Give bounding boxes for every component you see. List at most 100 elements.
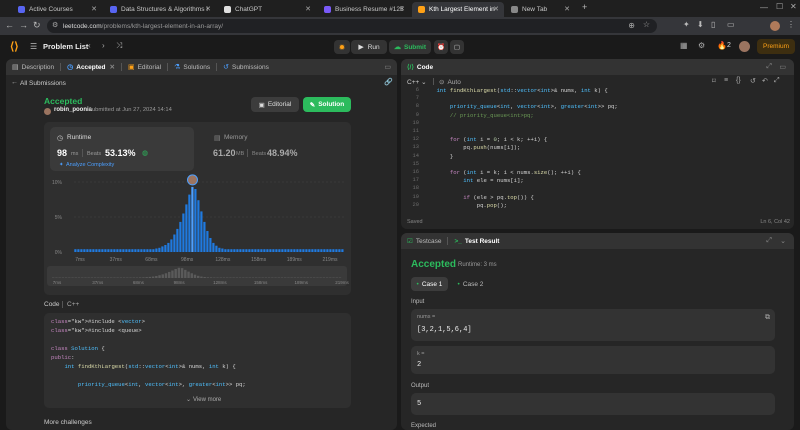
distribution-bar[interactable] [269, 249, 272, 252]
braces-icon[interactable]: {} [736, 77, 741, 84]
close-tab-icon[interactable]: ✕ [493, 5, 499, 13]
distribution-bar[interactable] [266, 249, 269, 252]
debug-button[interactable]: ✹ [334, 40, 350, 54]
distribution-bar[interactable] [80, 249, 83, 252]
distribution-bar[interactable] [83, 249, 86, 252]
distribution-bar[interactable] [131, 249, 134, 252]
distribution-bar[interactable] [170, 239, 173, 252]
solution-button[interactable]: ✎ Solution [303, 97, 351, 112]
browser-tab[interactable]: New Tab ✕ [505, 2, 575, 17]
distribution-bar[interactable] [149, 249, 152, 252]
site-info-icon[interactable]: ⚙ [52, 21, 58, 29]
submitted-code-block[interactable]: class="kw">#include <vector> class="kw">#… [44, 313, 351, 408]
runtime-distribution-chart[interactable]: 10% 5% 0% 7ms 37ms 68ms 98ms 128ms 158ms 189ms 219… [44, 174, 351, 295]
layout-icon[interactable]: ▦ [680, 41, 688, 50]
new-tab-icon[interactable]: + [582, 2, 587, 12]
share-link-icon[interactable]: 🔗 [384, 78, 393, 86]
tab-solutions[interactable]: ⚗ Solutions [168, 59, 216, 75]
extensions-icon[interactable]: ✦ [683, 20, 690, 29]
distribution-bar[interactable] [92, 249, 95, 252]
browser-tab[interactable]: Data Structures & Algorithms I ✕ [104, 2, 216, 17]
distribution-bar[interactable] [158, 247, 161, 252]
reset-icon[interactable]: ↺ [750, 77, 756, 85]
distribution-bar[interactable] [101, 249, 104, 252]
distribution-bar[interactable] [128, 249, 131, 252]
reload-icon[interactable]: ↻ [33, 20, 41, 31]
distribution-bar[interactable] [116, 249, 119, 252]
distribution-bar[interactable] [143, 249, 146, 252]
distribution-bar[interactable] [197, 200, 200, 252]
copy-icon[interactable]: ⧉ [765, 314, 770, 322]
run-button[interactable]: ▶ Run [351, 40, 387, 54]
collapse-panel-icon[interactable]: ⌄ [780, 237, 786, 245]
download-icon[interactable]: ⬇ [697, 20, 704, 29]
close-tab-icon[interactable]: ✕ [110, 63, 115, 71]
distribution-bar[interactable] [290, 249, 293, 252]
distribution-bar[interactable] [335, 249, 338, 252]
sidepanel-icon[interactable]: ▯ [711, 20, 715, 29]
premium-button[interactable]: Premium [757, 39, 795, 54]
distribution-bar[interactable] [296, 249, 299, 252]
distribution-bar[interactable] [260, 249, 263, 252]
distribution-bar[interactable] [317, 249, 320, 252]
distribution-bar[interactable] [338, 249, 341, 252]
distribution-bar[interactable] [206, 231, 209, 252]
notes-button[interactable]: ▢ [450, 40, 464, 54]
distribution-bar[interactable] [167, 242, 170, 252]
distribution-bar[interactable] [89, 249, 92, 252]
distribution-bar[interactable] [146, 249, 149, 252]
problem-list-link[interactable]: Problem List [43, 42, 88, 51]
expand-icon[interactable]: ⤢ [766, 63, 772, 71]
distribution-bar[interactable] [224, 249, 227, 252]
distribution-bar[interactable] [284, 249, 287, 252]
case-2-button[interactable]: • Case 2 [452, 277, 489, 291]
distribution-bar[interactable] [305, 249, 308, 252]
undo-icon[interactable]: ↶ [762, 77, 768, 85]
distribution-bar[interactable] [299, 249, 302, 252]
timer-button[interactable]: ⏰ [434, 40, 448, 54]
back-icon[interactable]: ← [5, 20, 14, 30]
all-submissions-link[interactable]: All Submissions [20, 80, 66, 87]
profile-avatar[interactable] [770, 21, 780, 31]
tab-editorial[interactable]: ▣ Editorial [122, 59, 167, 75]
distribution-bar[interactable] [233, 249, 236, 252]
distribution-bar[interactable] [125, 249, 128, 252]
user-avatar[interactable] [739, 41, 750, 52]
tab-testcase[interactable]: ☑ Testcase [401, 233, 447, 249]
auto-mode[interactable]: ⊝ Auto [439, 78, 461, 86]
collapse-panel-icon[interactable]: ▭ [384, 63, 391, 71]
distribution-bar[interactable] [329, 249, 332, 252]
distribution-bar[interactable] [257, 249, 260, 252]
tab-description[interactable]: ▤ Description [6, 59, 60, 75]
distribution-bar[interactable] [161, 246, 164, 252]
distribution-bar[interactable] [212, 242, 215, 252]
distribution-bar[interactable] [209, 238, 212, 252]
distribution-bar[interactable] [110, 249, 113, 252]
list-icon[interactable]: ☰ [30, 42, 37, 51]
distribution-bar[interactable] [188, 194, 191, 252]
fullscreen-icon[interactable]: ⤢ [774, 77, 780, 85]
distribution-bar[interactable] [293, 249, 296, 252]
menu-kebab-icon[interactable]: ⋮ [787, 20, 795, 29]
minimize-icon[interactable]: — [760, 3, 768, 12]
browser-tab[interactable]: Business Resume #12524 - Go✕ [318, 2, 410, 17]
url-input[interactable]: ⚙ leetcode.com/problems/kth-largest-elem… [47, 19, 657, 33]
memory-label[interactable]: Memory [224, 134, 247, 141]
distribution-bar[interactable] [203, 221, 206, 252]
close-tab-icon[interactable]: ✕ [399, 5, 405, 13]
distribution-bar[interactable] [95, 249, 98, 252]
submitter-name[interactable]: robin_poonia [54, 107, 92, 113]
prev-problem-icon[interactable]: ‹ [88, 41, 91, 50]
distribution-bar[interactable] [308, 249, 311, 252]
distribution-bar[interactable] [155, 248, 158, 253]
distribution-bar[interactable] [215, 245, 218, 252]
forward-icon[interactable]: → [19, 20, 28, 30]
browser-tab[interactable]: Kth Largest Element in an Arra✕ [412, 2, 504, 17]
distribution-bar[interactable] [239, 249, 242, 252]
distribution-bar[interactable] [251, 249, 254, 252]
distribution-bar[interactable] [173, 234, 176, 253]
tab-search-icon[interactable]: ▭ [727, 20, 735, 29]
distribution-bar[interactable] [185, 204, 188, 252]
distribution-bar[interactable] [176, 228, 179, 252]
distribution-bar[interactable] [227, 249, 230, 252]
